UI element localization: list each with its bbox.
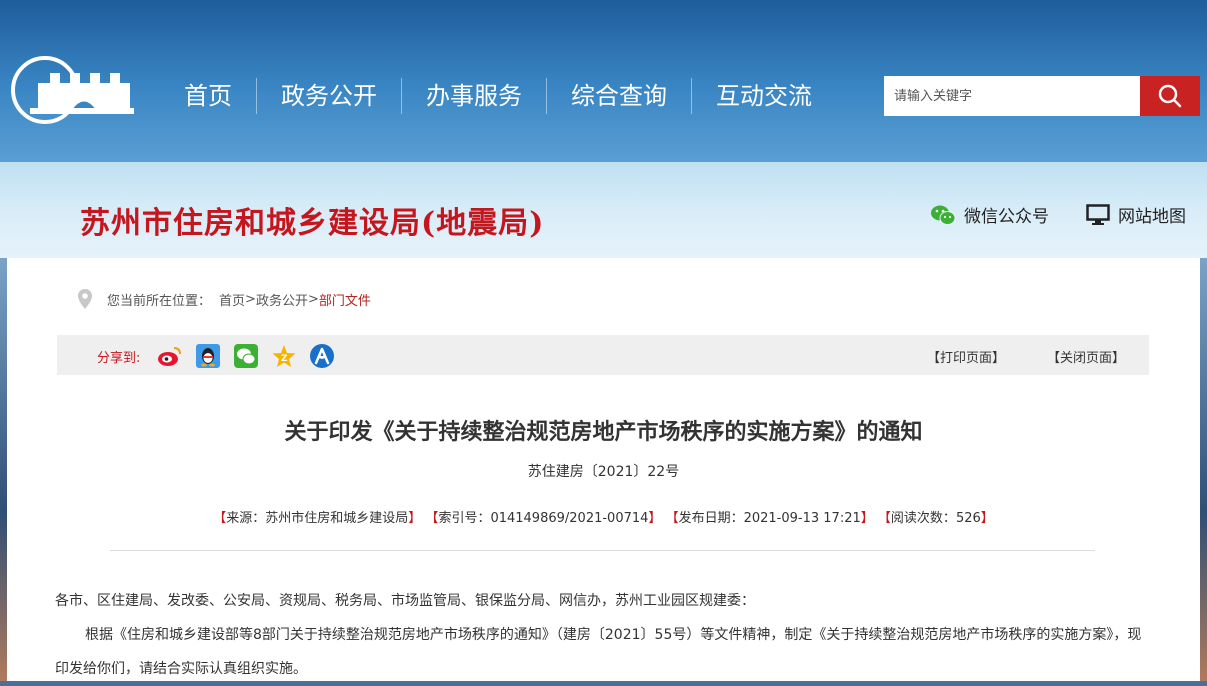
nav-item-interaction[interactable]: 互动交流	[692, 78, 836, 114]
nav-item-home[interactable]: 首页	[160, 78, 257, 114]
site-banner: 苏州市住房和城乡建设局(地震局) 微信公众号 网站地图	[0, 162, 1207, 258]
qq-icon[interactable]	[195, 343, 221, 369]
share-label: 分享到:	[97, 351, 141, 366]
qzone-icon[interactable]: Z	[271, 343, 297, 369]
weibo-icon[interactable]	[157, 343, 183, 369]
document-number: 苏住建房〔2021〕22号	[527, 464, 680, 480]
city-wall-logo-icon[interactable]	[10, 55, 135, 125]
meta-index: 014149869/2021-00714	[490, 511, 649, 526]
nav-item-query[interactable]: 综合查询	[547, 78, 692, 114]
meta-source-label: 来源：	[226, 511, 266, 526]
monitor-icon	[1086, 203, 1110, 225]
breadcrumb-gov-affairs[interactable]: 政务公开	[256, 290, 308, 309]
wechat-share-icon[interactable]	[233, 343, 259, 369]
divider	[110, 550, 1095, 551]
share-icons: Z	[157, 343, 347, 369]
site-title: 苏州市住房和城乡建设局(地震局)	[80, 206, 545, 241]
article-body: 各市、区住建局、发改委、公安局、资规局、税务局、市场监管局、银保监分局、网信办，…	[55, 584, 1155, 686]
wechat-account-link[interactable]: 微信公众号	[930, 202, 1049, 227]
sitemap-link[interactable]: 网站地图	[1086, 202, 1186, 227]
breadcrumb-home[interactable]: 首页	[219, 290, 245, 309]
top-header: 首页 政务公开 办事服务 综合查询 互动交流	[0, 0, 1207, 162]
article-title: 关于印发《关于持续整治规范房地产市场秩序的实施方案》的通知	[284, 420, 923, 445]
wechat-account-label: 微信公众号	[964, 207, 1049, 227]
breadcrumb-separator: >	[245, 291, 256, 307]
print-page-button[interactable]: 【打印页面】	[927, 347, 1005, 366]
meta-date-label: 发布日期：	[678, 511, 744, 526]
close-page-button[interactable]: 【关闭页面】	[1047, 347, 1125, 366]
renren-icon[interactable]	[309, 343, 335, 369]
search-box	[884, 76, 1200, 116]
meta-index-label: 索引号：	[438, 511, 491, 526]
city-background-left	[0, 258, 7, 681]
content-panel: 您当前所在位置： 首页 > 政务公开 > 部门文件 分享到: Z 【打印页面】 …	[7, 258, 1200, 681]
share-bar: 分享到: Z 【打印页面】 【关闭页面】	[57, 335, 1149, 375]
search-button[interactable]	[1140, 76, 1200, 116]
wechat-icon	[931, 205, 956, 225]
sitemap-label: 网站地图	[1118, 207, 1186, 227]
meta-date: 2021-09-13 17:21	[743, 511, 861, 526]
salutation: 各市、区住建局、发改委、公安局、资规局、税务局、市场监管局、银保监分局、网信办，…	[55, 593, 755, 609]
location-pin-icon	[78, 289, 92, 309]
breadcrumb-separator: >	[307, 291, 319, 307]
svg-text:Z: Z	[281, 354, 288, 364]
breadcrumb-prefix: 您当前所在位置：	[107, 293, 212, 309]
nav-item-gov-affairs[interactable]: 政务公开	[257, 78, 402, 114]
nav-item-services[interactable]: 办事服务	[402, 78, 547, 114]
search-icon	[1158, 84, 1182, 108]
meta-views-label: 阅读次数：	[890, 511, 956, 526]
breadcrumb-dept-docs[interactable]: 部门文件	[319, 290, 371, 309]
body-paragraph: 根据《住房和城乡建设部等8部门关于持续整治规范房地产市场秩序的通知》（建房〔20…	[55, 627, 1142, 677]
meta-views: 526	[955, 511, 981, 526]
city-background-right	[1200, 258, 1207, 681]
article-meta: 【来源：苏州市住房和城乡建设局】 【索引号：014149869/2021-007…	[213, 511, 994, 526]
main-nav: 首页 政务公开 办事服务 综合查询 互动交流	[160, 78, 836, 114]
breadcrumb: 您当前所在位置： 首页 > 政务公开 > 部门文件	[77, 288, 371, 310]
search-input[interactable]	[884, 76, 1140, 116]
meta-source: 苏州市住房和城乡建设局	[265, 511, 409, 526]
